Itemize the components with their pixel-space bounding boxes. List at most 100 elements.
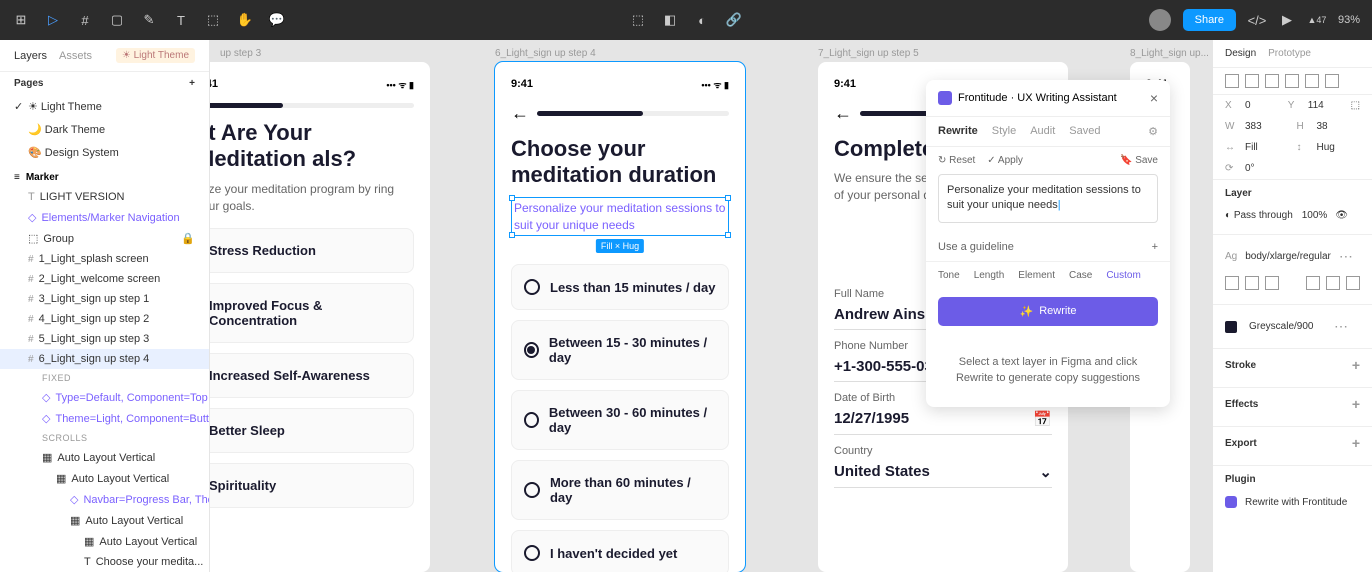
text-tool-icon[interactable]: T [172, 11, 190, 29]
screen-4[interactable]: # 4_Light_sign up step 2 [0, 309, 209, 329]
calendar-icon[interactable]: 📅 [1033, 410, 1052, 428]
crop-icon[interactable]: ⬚ [629, 11, 647, 29]
align-middle-icon[interactable] [1305, 74, 1319, 88]
text-valign-top-icon[interactable] [1306, 276, 1320, 290]
fixed-top-bar[interactable]: ◇ Type=Default, Component=Top Bar [0, 387, 209, 408]
page-design-system[interactable]: 🎨 Design System [0, 141, 209, 164]
group-layer[interactable]: ⬚ Group🔒 [0, 228, 209, 249]
resources-icon[interactable]: ⬚ [204, 11, 222, 29]
option-15min[interactable]: Less than 15 minutes / day [511, 264, 729, 310]
fill-swatch[interactable] [1225, 321, 1237, 333]
back-icon[interactable]: ← [511, 103, 529, 124]
shape-tool-icon[interactable]: ▢ [108, 11, 126, 29]
share-button[interactable]: Share [1183, 9, 1236, 31]
screen-2[interactable]: # 2_Light_welcome screen [0, 269, 209, 289]
opacity-value[interactable]: 100% [1302, 210, 1328, 221]
option-undecided[interactable]: I haven't decided yet [511, 530, 729, 572]
filter-tone[interactable]: Tone [938, 270, 960, 281]
layers-tab[interactable]: Layers [14, 50, 47, 62]
notif-badge[interactable]: ▲ 47 [1308, 11, 1326, 29]
filter-case[interactable]: Case [1069, 270, 1092, 281]
text-valign-mid-icon[interactable] [1326, 276, 1340, 290]
mask-icon[interactable]: ◐ [693, 11, 711, 29]
hug-mode[interactable]: Hug [1317, 142, 1361, 153]
tab-style[interactable]: Style [992, 125, 1016, 138]
option-awareness[interactable]: Increased Self-Awareness [210, 353, 414, 398]
align-controls[interactable] [1213, 68, 1372, 95]
screen-1[interactable]: # 1_Light_splash screen [0, 249, 209, 269]
dob-value[interactable]: 12/27/1995📅 [834, 404, 1052, 435]
gear-icon[interactable]: ⚙ [1148, 125, 1158, 138]
filter-element[interactable]: Element [1018, 270, 1055, 281]
figma-menu-icon[interactable]: ⊞ [12, 11, 30, 29]
option-spirituality[interactable]: Spirituality [210, 463, 414, 508]
save-button[interactable]: 🔖 Save [1120, 155, 1158, 166]
add-export-icon[interactable]: + [1352, 435, 1360, 451]
pen-tool-icon[interactable]: ✎ [140, 11, 158, 29]
elements-navigation[interactable]: ◇ Elements/Marker Navigation [0, 207, 209, 228]
assets-tab[interactable]: Assets [59, 50, 92, 62]
text-align-right-icon[interactable] [1265, 276, 1279, 290]
navbar-progress[interactable]: ◇ Navbar=Progress Bar, Them... [0, 489, 209, 510]
guideline-row[interactable]: Use a guideline+ [926, 233, 1170, 262]
screen-3[interactable]: # 3_Light_sign up step 1 [0, 289, 209, 309]
option-60min[interactable]: Between 30 - 60 minutes / day [511, 390, 729, 450]
hand-tool-icon[interactable]: ✋ [236, 11, 254, 29]
screen-6[interactable]: # 6_Light_sign up step 4 [0, 349, 209, 369]
close-icon[interactable]: × [1150, 90, 1158, 106]
align-top-icon[interactable] [1285, 74, 1299, 88]
marker-section[interactable]: ≡ Marker [0, 164, 209, 187]
design-tab[interactable]: Design [1225, 48, 1256, 59]
add-guideline-icon[interactable]: + [1152, 241, 1158, 253]
prototype-tab[interactable]: Prototype [1268, 48, 1311, 59]
add-stroke-icon[interactable]: + [1352, 357, 1360, 373]
back-icon[interactable]: ← [834, 103, 852, 124]
align-bottom-icon[interactable] [1325, 74, 1339, 88]
country-value[interactable]: United States⌄ [834, 457, 1052, 488]
auto-layout-1[interactable]: ▦ Auto Layout Vertical [0, 447, 209, 468]
option-focus[interactable]: Improved Focus & Concentration [210, 283, 414, 343]
align-center-icon[interactable] [1245, 74, 1259, 88]
present-icon[interactable]: ▶ [1278, 11, 1296, 29]
page-dark-theme[interactable]: 🌙 Dark Theme [0, 118, 209, 141]
align-left-icon[interactable] [1225, 74, 1239, 88]
move-tool-icon[interactable]: ▷ [44, 11, 62, 29]
text-style[interactable]: body/xlarge/regular [1245, 251, 1331, 262]
fill-name[interactable]: Greyscale/900 [1249, 321, 1313, 332]
canvas[interactable]: up step 3 6_Light_sign up step 4 7_Light… [210, 40, 1212, 572]
text-align-left-icon[interactable] [1225, 276, 1239, 290]
fill-mode[interactable]: Fill [1245, 142, 1289, 153]
zoom-level[interactable]: 93% [1338, 14, 1360, 26]
fixed-bottom-bar[interactable]: ◇ Theme=Light, Component=Buttom Ba... [0, 408, 209, 429]
tab-saved[interactable]: Saved [1069, 125, 1100, 138]
filter-custom[interactable]: Custom [1106, 270, 1140, 281]
screen-5[interactable]: # 5_Light_sign up step 3 [0, 329, 209, 349]
reset-button[interactable]: ↻ Reset [938, 155, 975, 166]
option-stress[interactable]: Stress Reduction [210, 228, 414, 273]
blend-mode[interactable]: ◐ Pass through [1225, 210, 1293, 221]
rotation-value[interactable]: 0° [1245, 163, 1360, 174]
tab-audit[interactable]: Audit [1030, 125, 1055, 138]
align-right-icon[interactable] [1265, 74, 1279, 88]
auto-layout-2[interactable]: ▦ Auto Layout Vertical [0, 468, 209, 489]
rewrite-button[interactable]: ✨ Rewrite [938, 297, 1158, 326]
frame-tool-icon[interactable]: # [76, 11, 94, 29]
y-value[interactable]: 114 [1308, 100, 1343, 111]
adjust-icon[interactable]: ◧ [661, 11, 679, 29]
frame-step-4[interactable]: 9:41••• ᯤ ▮ ← Choose your meditation dur… [495, 62, 745, 572]
filter-length[interactable]: Length [974, 270, 1005, 281]
x-value[interactable]: 0 [1245, 100, 1280, 111]
text-align-center-icon[interactable] [1245, 276, 1259, 290]
user-avatar[interactable] [1149, 9, 1171, 31]
auto-layout-3[interactable]: ▦ Auto Layout Vertical [0, 510, 209, 531]
h-value[interactable]: 38 [1317, 121, 1361, 132]
add-effect-icon[interactable]: + [1352, 396, 1360, 412]
frame-step-3[interactable]: 9:41••• ᯤ ▮ at Are Your Meditation als? … [210, 62, 430, 572]
theme-badge[interactable]: ☀ Light Theme [116, 48, 195, 63]
apply-button[interactable]: ✓ Apply [987, 155, 1023, 166]
visibility-icon[interactable]: 👁 [1335, 210, 1348, 221]
tidy-icon[interactable]: ⬚ [1351, 100, 1360, 111]
chevron-down-icon[interactable]: ⌄ [1039, 463, 1052, 481]
light-version[interactable]: T LIGHT VERSION [0, 187, 209, 207]
w-value[interactable]: 383 [1245, 121, 1289, 132]
